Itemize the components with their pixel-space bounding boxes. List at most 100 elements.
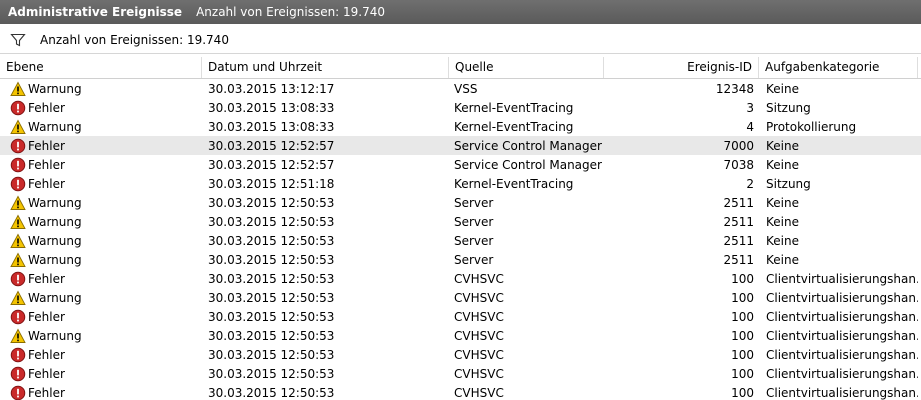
category-cell: Clientvirtualisierungshan... bbox=[766, 385, 918, 400]
warning-icon bbox=[10, 252, 26, 268]
table-row[interactable]: Warnung 30.03.2015 12:50:53 CVHSVC 100 Clien… bbox=[0, 326, 921, 345]
table-row[interactable]: Fehler 30.03.2015 12:50:53 CVHSVC 100 Client… bbox=[0, 383, 921, 400]
source-cell: CVHSVC bbox=[454, 366, 504, 381]
source-cell: Service Control Manager bbox=[454, 157, 602, 172]
category-cell: Keine bbox=[766, 233, 799, 248]
level-text: Warnung bbox=[28, 252, 82, 267]
table-row[interactable]: Warnung 30.03.2015 12:50:53 Server 2511 Kein… bbox=[0, 193, 921, 212]
level-cell: Fehler bbox=[0, 176, 202, 192]
error-icon bbox=[10, 271, 26, 287]
column-header-category[interactable]: Aufgabenkategorie bbox=[759, 57, 918, 78]
source-cell: Server bbox=[454, 252, 494, 267]
event-id-cell: 2511 bbox=[723, 233, 754, 248]
level-cell: Fehler bbox=[0, 100, 202, 116]
level-text: Fehler bbox=[28, 157, 65, 172]
error-icon bbox=[10, 347, 26, 363]
warning-icon bbox=[10, 195, 26, 211]
level-cell: Warnung bbox=[0, 328, 202, 344]
event-id-cell: 2511 bbox=[723, 252, 754, 267]
date-cell: 30.03.2015 12:50:53 bbox=[208, 233, 335, 248]
source-cell: Kernel-EventTracing bbox=[454, 119, 574, 134]
source-cell: Kernel-EventTracing bbox=[454, 176, 574, 191]
table-row[interactable]: Fehler 30.03.2015 12:52:57 Service Control… bbox=[0, 155, 921, 174]
event-id-cell: 100 bbox=[731, 385, 754, 400]
table-row[interactable]: Fehler 30.03.2015 12:51:18 Kernel-EventTra… bbox=[0, 174, 921, 193]
level-cell: Fehler bbox=[0, 366, 202, 382]
table-row[interactable]: Fehler 30.03.2015 12:50:53 CVHSVC 100 Client… bbox=[0, 307, 921, 326]
column-header-date[interactable]: Datum und Uhrzeit bbox=[202, 57, 449, 78]
level-text: Fehler bbox=[28, 347, 65, 362]
filter-bar: Anzahl von Ereignissen: 19.740 bbox=[0, 26, 921, 54]
date-cell: 30.03.2015 12:50:53 bbox=[208, 385, 335, 400]
level-text: Warnung bbox=[28, 328, 82, 343]
level-text: Warnung bbox=[28, 119, 82, 134]
date-cell: 30.03.2015 12:50:53 bbox=[208, 347, 335, 362]
date-cell: 30.03.2015 12:50:53 bbox=[208, 328, 335, 343]
error-icon bbox=[10, 309, 26, 325]
event-id-cell: 100 bbox=[731, 271, 754, 286]
level-text: Warnung bbox=[28, 214, 82, 229]
table-row[interactable]: Fehler 30.03.2015 13:08:33 Kernel-EventTra… bbox=[0, 98, 921, 117]
event-id-cell: 100 bbox=[731, 347, 754, 362]
date-cell: 30.03.2015 12:50:53 bbox=[208, 252, 335, 267]
level-cell: Warnung bbox=[0, 81, 202, 97]
column-header-source[interactable]: Quelle bbox=[449, 57, 604, 78]
level-text: Fehler bbox=[28, 271, 65, 286]
table-row[interactable]: Warnung 30.03.2015 12:50:53 Server 2511 Kein… bbox=[0, 231, 921, 250]
error-icon bbox=[10, 366, 26, 382]
error-icon bbox=[10, 157, 26, 173]
category-cell: Keine bbox=[766, 138, 799, 153]
warning-icon bbox=[10, 81, 26, 97]
source-cell: CVHSVC bbox=[454, 309, 504, 324]
category-cell: Clientvirtualisierungshan... bbox=[766, 366, 918, 381]
filter-icon[interactable] bbox=[10, 32, 26, 48]
error-icon bbox=[10, 138, 26, 154]
level-text: Warnung bbox=[28, 290, 82, 305]
source-cell: CVHSVC bbox=[454, 385, 504, 400]
event-id-cell: 2511 bbox=[723, 195, 754, 210]
level-text: Fehler bbox=[28, 176, 65, 191]
error-icon bbox=[10, 100, 26, 116]
source-cell: CVHSVC bbox=[454, 328, 504, 343]
level-text: Fehler bbox=[28, 138, 65, 153]
level-text: Warnung bbox=[28, 195, 82, 210]
category-cell: Clientvirtualisierungshan... bbox=[766, 290, 918, 305]
table-row[interactable]: Warnung 30.03.2015 12:50:53 CVHSVC 100 Clien… bbox=[0, 288, 921, 307]
date-cell: 30.03.2015 12:50:53 bbox=[208, 195, 335, 210]
category-cell: Keine bbox=[766, 157, 799, 172]
level-cell: Warnung bbox=[0, 214, 202, 230]
table-row[interactable]: Warnung 30.03.2015 13:08:33 Kernel-EventTr… bbox=[0, 117, 921, 136]
table-row[interactable]: Fehler 30.03.2015 12:50:53 CVHSVC 100 Client… bbox=[0, 345, 921, 364]
table-body: Warnung 30.03.2015 13:12:17 VSS 12348 Keine F… bbox=[0, 79, 921, 400]
source-cell: Service Control Manager bbox=[454, 138, 602, 153]
panel-title: Administrative Ereignisse bbox=[8, 5, 183, 19]
warning-icon bbox=[10, 119, 26, 135]
table-row[interactable]: Warnung 30.03.2015 13:12:17 VSS 12348 Keine bbox=[0, 79, 921, 98]
table-row[interactable]: Warnung 30.03.2015 12:50:53 Server 2511 Kein… bbox=[0, 250, 921, 269]
category-cell: Clientvirtualisierungshan... bbox=[766, 347, 918, 362]
category-cell: Clientvirtualisierungshan... bbox=[766, 328, 918, 343]
event-id-cell: 7038 bbox=[723, 157, 754, 172]
category-cell: Protokollierung bbox=[766, 119, 857, 134]
table-row[interactable]: Warnung 30.03.2015 12:50:53 Server 2511 Kein… bbox=[0, 212, 921, 231]
level-cell: Fehler bbox=[0, 271, 202, 287]
level-cell: Warnung bbox=[0, 119, 202, 135]
event-count-title: Anzahl von Ereignissen: 19.740 bbox=[196, 5, 386, 19]
level-text: Warnung bbox=[28, 233, 82, 248]
category-cell: Keine bbox=[766, 252, 799, 267]
level-cell: Fehler bbox=[0, 347, 202, 363]
source-cell: CVHSVC bbox=[454, 290, 504, 305]
warning-icon bbox=[10, 233, 26, 249]
table-row[interactable]: Fehler 30.03.2015 12:50:53 CVHSVC 100 Client… bbox=[0, 269, 921, 288]
date-cell: 30.03.2015 12:51:18 bbox=[208, 176, 335, 191]
column-header-level[interactable]: Ebene bbox=[0, 57, 202, 78]
level-cell: Fehler bbox=[0, 309, 202, 325]
date-cell: 30.03.2015 12:52:57 bbox=[208, 157, 335, 172]
level-cell: Warnung bbox=[0, 195, 202, 211]
level-text: Warnung bbox=[28, 81, 82, 96]
table-row[interactable]: Fehler 30.03.2015 12:50:53 CVHSVC 100 Client… bbox=[0, 364, 921, 383]
column-header-event-id[interactable]: Ereignis-ID bbox=[604, 57, 759, 78]
event-id-cell: 3 bbox=[746, 100, 754, 115]
table-row[interactable]: Fehler 30.03.2015 12:52:57 Service Control… bbox=[0, 136, 921, 155]
date-cell: 30.03.2015 12:52:57 bbox=[208, 138, 335, 153]
